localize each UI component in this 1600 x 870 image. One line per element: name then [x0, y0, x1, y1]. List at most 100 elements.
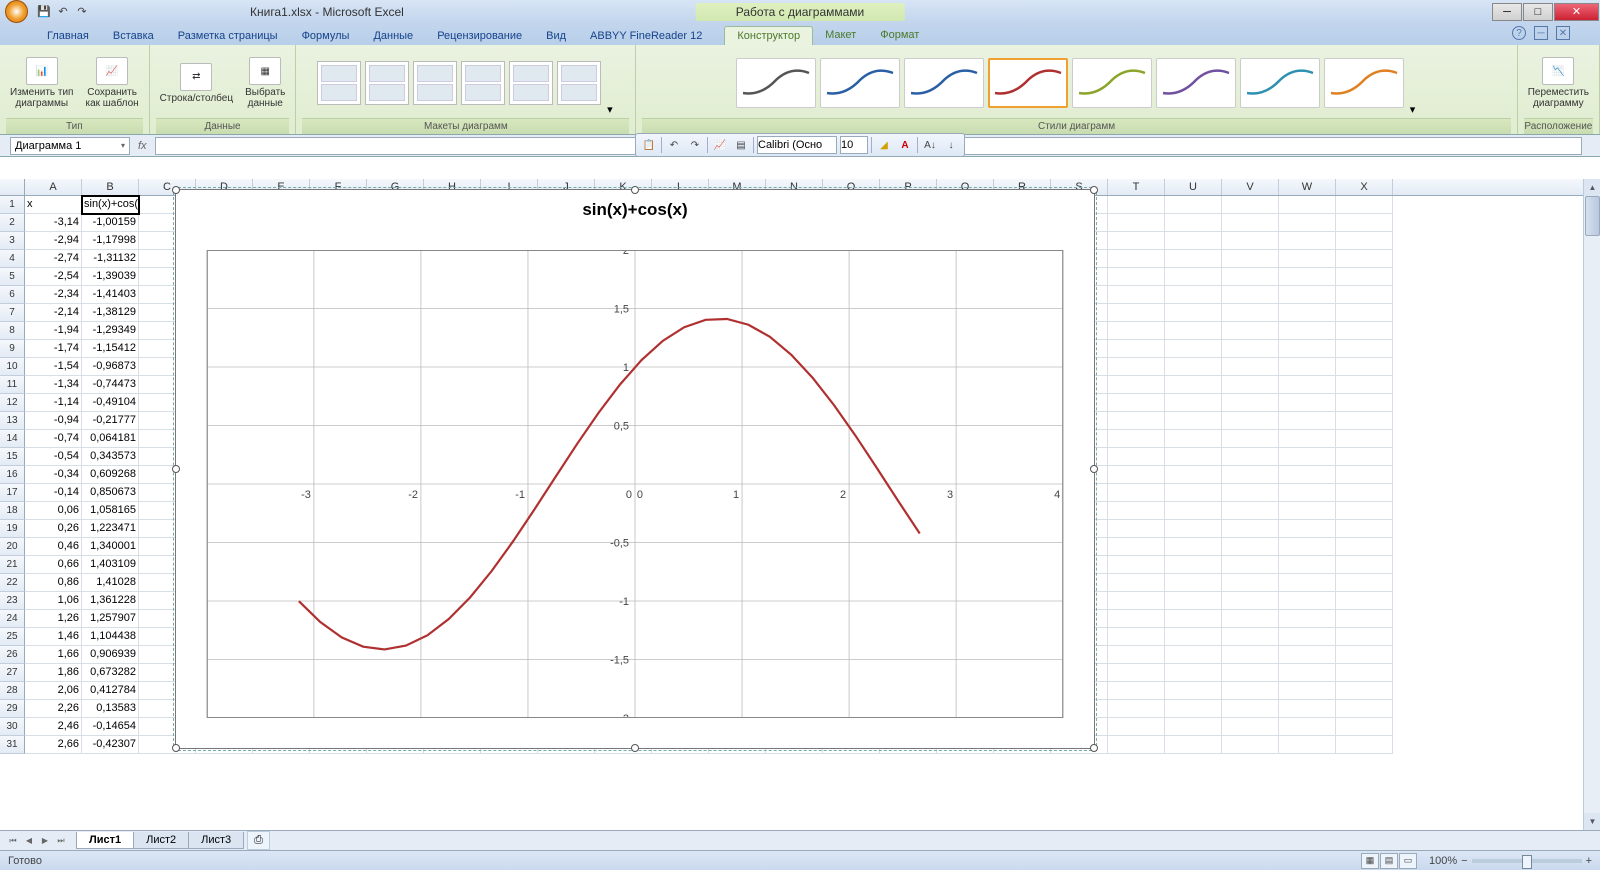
cell[interactable] — [1279, 700, 1336, 718]
cell[interactable] — [1279, 556, 1336, 574]
cell[interactable] — [1279, 610, 1336, 628]
row-header[interactable]: 22 — [0, 574, 25, 592]
cell[interactable] — [1108, 232, 1165, 250]
worksheet-grid[interactable]: ABCDEFGHIJKLMNOPQRSTUVWX 123456789101112… — [0, 179, 1600, 830]
cell[interactable] — [1279, 484, 1336, 502]
cell[interactable]: 2,26 — [25, 700, 82, 718]
cell[interactable] — [1336, 358, 1393, 376]
chart-object[interactable]: sin(x)+cos(x) -4-3-2-101234-2-1,5-1-0,50… — [175, 189, 1095, 749]
save-template-button[interactable]: 📈 Сохранить как шаблон — [81, 55, 142, 111]
cell[interactable]: -1,94 — [25, 322, 82, 340]
cell[interactable] — [1108, 700, 1165, 718]
cell[interactable] — [1165, 430, 1222, 448]
column-header[interactable]: T — [1108, 179, 1165, 195]
cell[interactable] — [1279, 718, 1336, 736]
cell[interactable] — [1279, 592, 1336, 610]
cell[interactable]: 0,673282 — [82, 664, 139, 682]
view-page-break-icon[interactable]: ▭ — [1399, 853, 1417, 869]
cell[interactable] — [1336, 502, 1393, 520]
cell[interactable] — [1336, 232, 1393, 250]
cell[interactable]: 1,104438 — [82, 628, 139, 646]
cell[interactable] — [1108, 214, 1165, 232]
chart-style-preset[interactable] — [1240, 58, 1320, 108]
cell[interactable]: x — [25, 196, 82, 214]
minimize-ribbon-icon[interactable]: ─ — [1534, 26, 1548, 40]
cell[interactable] — [1279, 538, 1336, 556]
cell[interactable] — [1165, 484, 1222, 502]
cell[interactable] — [1222, 430, 1279, 448]
redo-icon[interactable]: ↷ — [74, 4, 90, 20]
cell[interactable] — [1222, 466, 1279, 484]
cell[interactable] — [1165, 232, 1222, 250]
cell[interactable] — [1222, 376, 1279, 394]
cell[interactable] — [1165, 628, 1222, 646]
cell[interactable]: 0,064181 — [82, 430, 139, 448]
ribbon-tab[interactable]: ABBYY FineReader 12 — [578, 27, 714, 45]
cell[interactable] — [1279, 430, 1336, 448]
sheet-tab[interactable]: Лист1 — [76, 832, 134, 849]
cell[interactable] — [1222, 736, 1279, 754]
cell[interactable] — [1108, 646, 1165, 664]
row-header[interactable]: 6 — [0, 286, 25, 304]
column-header[interactable]: X — [1336, 179, 1393, 195]
cell[interactable] — [1279, 394, 1336, 412]
ribbon-tab[interactable]: Данные — [361, 27, 425, 45]
cell[interactable]: -0,49104 — [82, 394, 139, 412]
row-header[interactable]: 4 — [0, 250, 25, 268]
cell[interactable] — [1165, 286, 1222, 304]
cell[interactable] — [1336, 340, 1393, 358]
cell[interactable] — [1222, 322, 1279, 340]
cell[interactable] — [1222, 448, 1279, 466]
cell[interactable] — [1279, 232, 1336, 250]
cell[interactable]: -2,14 — [25, 304, 82, 322]
ribbon-tab[interactable]: Главная — [35, 27, 101, 45]
row-header[interactable]: 29 — [0, 700, 25, 718]
row-header[interactable]: 10 — [0, 358, 25, 376]
cell[interactable]: 0,906939 — [82, 646, 139, 664]
cell[interactable]: -1,54 — [25, 358, 82, 376]
row-header[interactable]: 12 — [0, 394, 25, 412]
help-icon[interactable]: ? — [1512, 26, 1526, 40]
vertical-scrollbar[interactable]: ▲ ▼ — [1583, 179, 1600, 830]
sheet-last-icon[interactable]: ⏭ — [54, 834, 68, 848]
cell[interactable]: 1,86 — [25, 664, 82, 682]
cell[interactable] — [1108, 466, 1165, 484]
chart-style-preset[interactable] — [904, 58, 984, 108]
cell[interactable] — [1165, 664, 1222, 682]
cell[interactable] — [1165, 556, 1222, 574]
cell[interactable]: 1,06 — [25, 592, 82, 610]
cell[interactable] — [1222, 700, 1279, 718]
row-header[interactable]: 14 — [0, 430, 25, 448]
sheet-prev-icon[interactable]: ◀ — [22, 834, 36, 848]
cell[interactable] — [1279, 376, 1336, 394]
select-data-button[interactable]: ▦ Выбрать данные — [241, 55, 289, 111]
cell[interactable] — [1279, 268, 1336, 286]
cell[interactable] — [1222, 628, 1279, 646]
cell[interactable] — [1108, 394, 1165, 412]
font-family-input[interactable] — [757, 136, 837, 154]
cell[interactable] — [1108, 484, 1165, 502]
cell[interactable]: 1,340001 — [82, 538, 139, 556]
cell[interactable] — [1222, 646, 1279, 664]
cell[interactable]: -2,74 — [25, 250, 82, 268]
select-all-corner[interactable] — [0, 179, 25, 195]
cell[interactable] — [1336, 556, 1393, 574]
cell[interactable] — [1279, 448, 1336, 466]
minimize-button[interactable]: ─ — [1492, 3, 1522, 21]
cell[interactable] — [1165, 682, 1222, 700]
cell[interactable] — [1222, 538, 1279, 556]
row-header[interactable]: 7 — [0, 304, 25, 322]
cell[interactable] — [1165, 502, 1222, 520]
cell[interactable] — [1108, 574, 1165, 592]
cell[interactable] — [1279, 250, 1336, 268]
row-header[interactable]: 5 — [0, 268, 25, 286]
cell[interactable] — [1222, 268, 1279, 286]
cell[interactable] — [1222, 196, 1279, 214]
more-styles-icon[interactable]: ▾ — [1408, 101, 1418, 118]
cell[interactable] — [1165, 718, 1222, 736]
cell[interactable] — [1108, 502, 1165, 520]
row-header[interactable]: 24 — [0, 610, 25, 628]
font-size-input[interactable] — [840, 136, 868, 154]
cell[interactable] — [1222, 574, 1279, 592]
chart-style-preset[interactable] — [820, 58, 900, 108]
